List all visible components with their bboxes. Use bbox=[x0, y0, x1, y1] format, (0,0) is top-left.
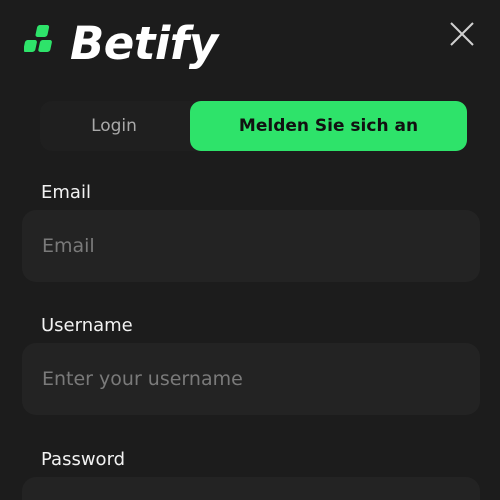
close-icon bbox=[450, 22, 474, 46]
brand-name: Betify bbox=[70, 16, 218, 70]
brand-logo: Betify bbox=[24, 14, 218, 72]
three-green-blocks-logo-icon bbox=[24, 25, 52, 52]
password-label: Password bbox=[41, 449, 126, 470]
auth-tabs: Login Melden Sie sich an bbox=[40, 101, 467, 151]
username-field-container bbox=[22, 343, 480, 415]
email-field[interactable] bbox=[42, 235, 480, 257]
tab-login[interactable]: Login bbox=[40, 101, 188, 151]
username-field[interactable] bbox=[42, 368, 480, 390]
close-button[interactable] bbox=[442, 14, 482, 54]
username-label: Username bbox=[41, 315, 133, 336]
email-label: Email bbox=[41, 182, 91, 203]
tab-register[interactable]: Melden Sie sich an bbox=[190, 101, 467, 151]
register-modal: Betify Login Melden Sie sich an Email Us… bbox=[0, 0, 500, 500]
password-field-container bbox=[22, 477, 480, 500]
password-field[interactable] bbox=[42, 477, 480, 500]
email-field-container bbox=[22, 210, 480, 282]
